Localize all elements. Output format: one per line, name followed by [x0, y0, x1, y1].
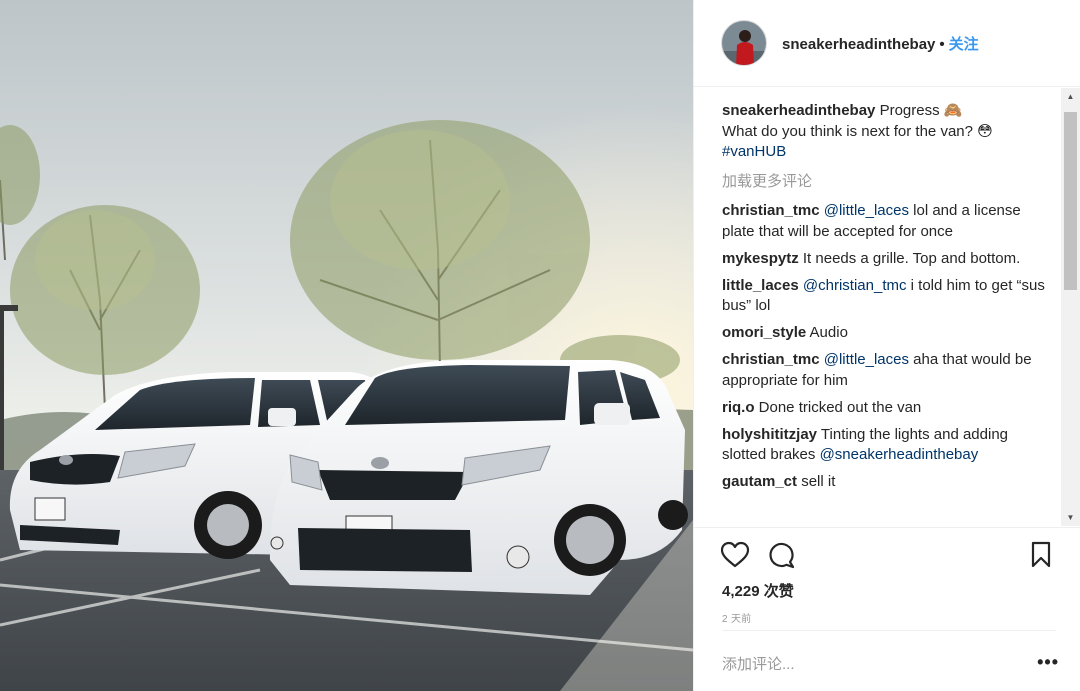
comment-username[interactable]: mykespytz	[722, 250, 799, 267]
comment-username[interactable]: riq.o	[722, 399, 755, 416]
instagram-post: sneakerheadinthebay • 关注 sneakerheadintheb…	[0, 0, 1080, 691]
header-text: sneakerheadinthebay • 关注	[782, 33, 979, 54]
caption-username[interactable]: sneakerheadinthebay	[722, 102, 875, 119]
more-options-icon[interactable]: •••	[1037, 652, 1059, 673]
comment-item: christian_tmc @little_laces aha that wou…	[722, 350, 1052, 391]
comment-username[interactable]: little_laces	[722, 277, 799, 294]
comment-text: sell it	[797, 473, 836, 490]
caption-hashtag[interactable]: #vanHUB	[722, 143, 786, 160]
comment-text: Audio	[806, 324, 848, 341]
comment-mention[interactable]: @little_laces	[824, 351, 909, 368]
comment-username[interactable]: omori_style	[722, 324, 806, 341]
comment-item: little_laces @christian_tmc i told him t…	[722, 276, 1052, 317]
add-comment-section: 添加评论... •••	[722, 630, 1059, 691]
comment-mention[interactable]: @christian_tmc	[803, 277, 907, 294]
add-comment-input[interactable]: 添加评论...	[722, 653, 795, 674]
save-button[interactable]	[1030, 541, 1052, 574]
header-username[interactable]: sneakerheadinthebay	[782, 36, 935, 53]
post-timestamp[interactable]: 2 天前	[722, 610, 752, 625]
caption-line1: Progress 🙈	[879, 102, 963, 119]
comment-mention[interactable]: @little_laces	[824, 202, 909, 219]
comment-mention[interactable]: @sneakerheadinthebay	[820, 446, 979, 463]
comment-item: omori_style Audio	[722, 323, 1052, 344]
speech-bubble-icon	[769, 542, 795, 569]
triangle-up-icon[interactable]: ▲	[1061, 88, 1080, 105]
comment-item: mykespytz It needs a grille. Top and bot…	[722, 249, 1052, 270]
comment-text: It needs a grille. Top and bottom.	[798, 249, 1021, 267]
likes-count[interactable]: 4,229 次赞	[722, 580, 794, 601]
comment-item: riq.o Done tricked out the van	[722, 398, 1052, 419]
scrollbar-thumb[interactable]	[1064, 112, 1077, 290]
comment-item: christian_tmc @little_laces lol and a li…	[722, 201, 1052, 242]
comment-button[interactable]	[768, 541, 796, 574]
caption: sneakerheadinthebay Progress 🙈 What do y…	[722, 101, 1052, 163]
comment-item: gautam_ct sell it	[722, 472, 1052, 493]
comment-text: Done tricked out the van	[754, 398, 922, 416]
post-actions	[694, 527, 1080, 584]
separator-dot: •	[939, 36, 945, 53]
avatar-image	[722, 21, 766, 65]
follow-button[interactable]: 关注	[949, 36, 979, 53]
comments-list: sneakerheadinthebay Progress 🙈 What do y…	[722, 101, 1052, 526]
post-side-panel: sneakerheadinthebay • 关注 sneakerheadintheb…	[693, 0, 1080, 691]
comment-username[interactable]: christian_tmc	[722, 351, 820, 368]
post-header: sneakerheadinthebay • 关注	[694, 0, 1080, 87]
caption-line2: What do you think is next for the van? 😳	[722, 122, 993, 140]
post-photo[interactable]	[0, 0, 693, 691]
comment-username[interactable]: holyshititzjay	[722, 426, 817, 443]
bookmark-icon	[1031, 541, 1051, 568]
comment-username[interactable]: gautam_ct	[722, 473, 797, 490]
triangle-down-icon[interactable]: ▼	[1061, 509, 1080, 526]
comments-scrollbar[interactable]: ▲ ▼	[1061, 88, 1080, 526]
avatar[interactable]	[721, 20, 767, 66]
comment-item: holyshititzjay Tinting the lights and ad…	[722, 425, 1052, 466]
comment-username[interactable]: christian_tmc	[722, 202, 820, 219]
heart-icon	[720, 541, 750, 568]
like-button[interactable]	[720, 541, 750, 574]
load-more-comments-button[interactable]: 加载更多评论	[722, 172, 1052, 193]
photo-two-white-vans-parking-lot	[0, 0, 693, 691]
